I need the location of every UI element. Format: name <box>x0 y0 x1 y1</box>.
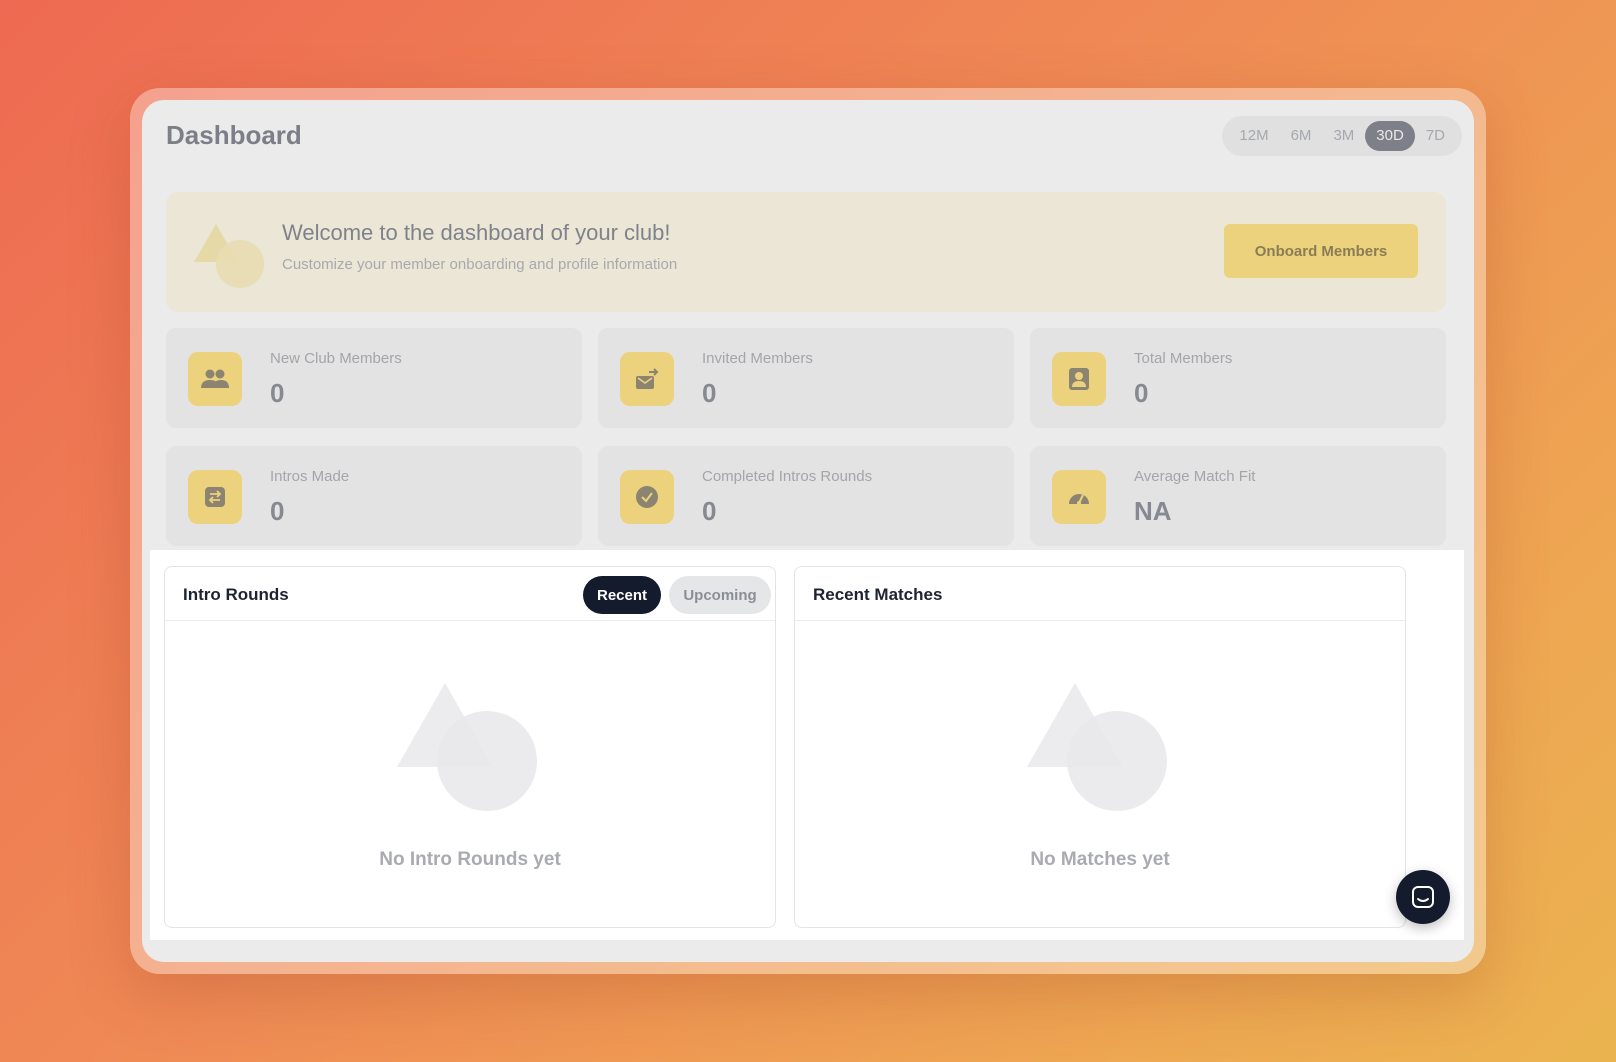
users-icon <box>188 352 242 406</box>
gauge-icon <box>1052 470 1106 524</box>
check-circle-icon <box>620 470 674 524</box>
chat-launcher-button[interactable] <box>1396 870 1450 924</box>
stat-card-completed-intros-rounds: Completed Intros Rounds 0 <box>598 446 1014 546</box>
stat-label: Invited Members <box>702 350 813 367</box>
empty-state-text: No Intro Rounds yet <box>379 849 561 870</box>
stat-label: Total Members <box>1134 350 1233 367</box>
stat-label: Average Match Fit <box>1134 468 1256 485</box>
tab-upcoming[interactable]: Upcoming <box>669 576 771 614</box>
page-title: Dashboard <box>166 120 302 150</box>
empty-state-text: No Matches yet <box>1030 849 1170 870</box>
panel-header: Recent Matches <box>795 567 1405 621</box>
content-area: Intro Rounds Recent Upcoming No Intro Ro… <box>150 550 1464 940</box>
intro-rounds-panel: Intro Rounds Recent Upcoming No Intro Ro… <box>164 566 776 928</box>
panel-title: Intro Rounds <box>183 585 289 604</box>
stat-card-total-members: Total Members 0 <box>1030 328 1446 428</box>
stat-value: NA <box>1134 496 1172 526</box>
range-30d[interactable]: 30D <box>1365 121 1415 151</box>
stat-label: Completed Intros Rounds <box>702 468 873 485</box>
empty-state-shapes-icon <box>1027 683 1167 811</box>
invite-mail-icon <box>620 352 674 406</box>
panel-title: Recent Matches <box>813 585 943 604</box>
stat-value: 0 <box>1134 378 1149 408</box>
stat-card-intros-made: Intros Made 0 <box>166 446 582 546</box>
member-badge-icon <box>1052 352 1106 406</box>
onboard-members-button[interactable]: Onboard Members <box>1224 224 1418 278</box>
stat-card-new-club-members: New Club Members 0 <box>166 328 582 428</box>
stat-label: New Club Members <box>270 350 402 367</box>
dashboard-screen: Dashboard 12M 6M 3M 30D 7D Welcome to th… <box>142 100 1474 962</box>
app-window-frame: Dashboard 12M 6M 3M 30D 7D Welcome to th… <box>130 88 1486 974</box>
chat-icon <box>1412 886 1434 908</box>
stat-value: 0 <box>702 378 717 408</box>
range-3m[interactable]: 3M <box>1322 121 1365 151</box>
welcome-subtitle: Customize your member onboarding and pro… <box>282 256 678 273</box>
stat-card-invited-members: Invited Members 0 <box>598 328 1014 428</box>
stat-value: 0 <box>702 496 717 526</box>
recent-matches-panel: Recent Matches No Matches yet <box>794 566 1406 928</box>
stat-value: 0 <box>270 496 285 526</box>
swap-icon <box>188 470 242 524</box>
range-6m[interactable]: 6M <box>1280 121 1323 151</box>
stat-value: 0 <box>270 378 285 408</box>
shapes-illustration-icon <box>194 224 264 288</box>
welcome-banner: Welcome to the dashboard of your club! C… <box>166 192 1446 312</box>
empty-state-shapes-icon <box>397 683 537 811</box>
range-12m[interactable]: 12M <box>1228 121 1279 151</box>
stat-card-average-match-fit: Average Match Fit NA <box>1030 446 1446 546</box>
welcome-title: Welcome to the dashboard of your club! <box>282 220 671 245</box>
time-range-selector: 12M 6M 3M 30D 7D <box>1222 116 1462 156</box>
panel-header: Intro Rounds Recent Upcoming <box>165 567 775 621</box>
range-7d[interactable]: 7D <box>1415 121 1456 151</box>
tab-recent[interactable]: Recent <box>583 576 661 614</box>
stat-label: Intros Made <box>270 468 350 485</box>
